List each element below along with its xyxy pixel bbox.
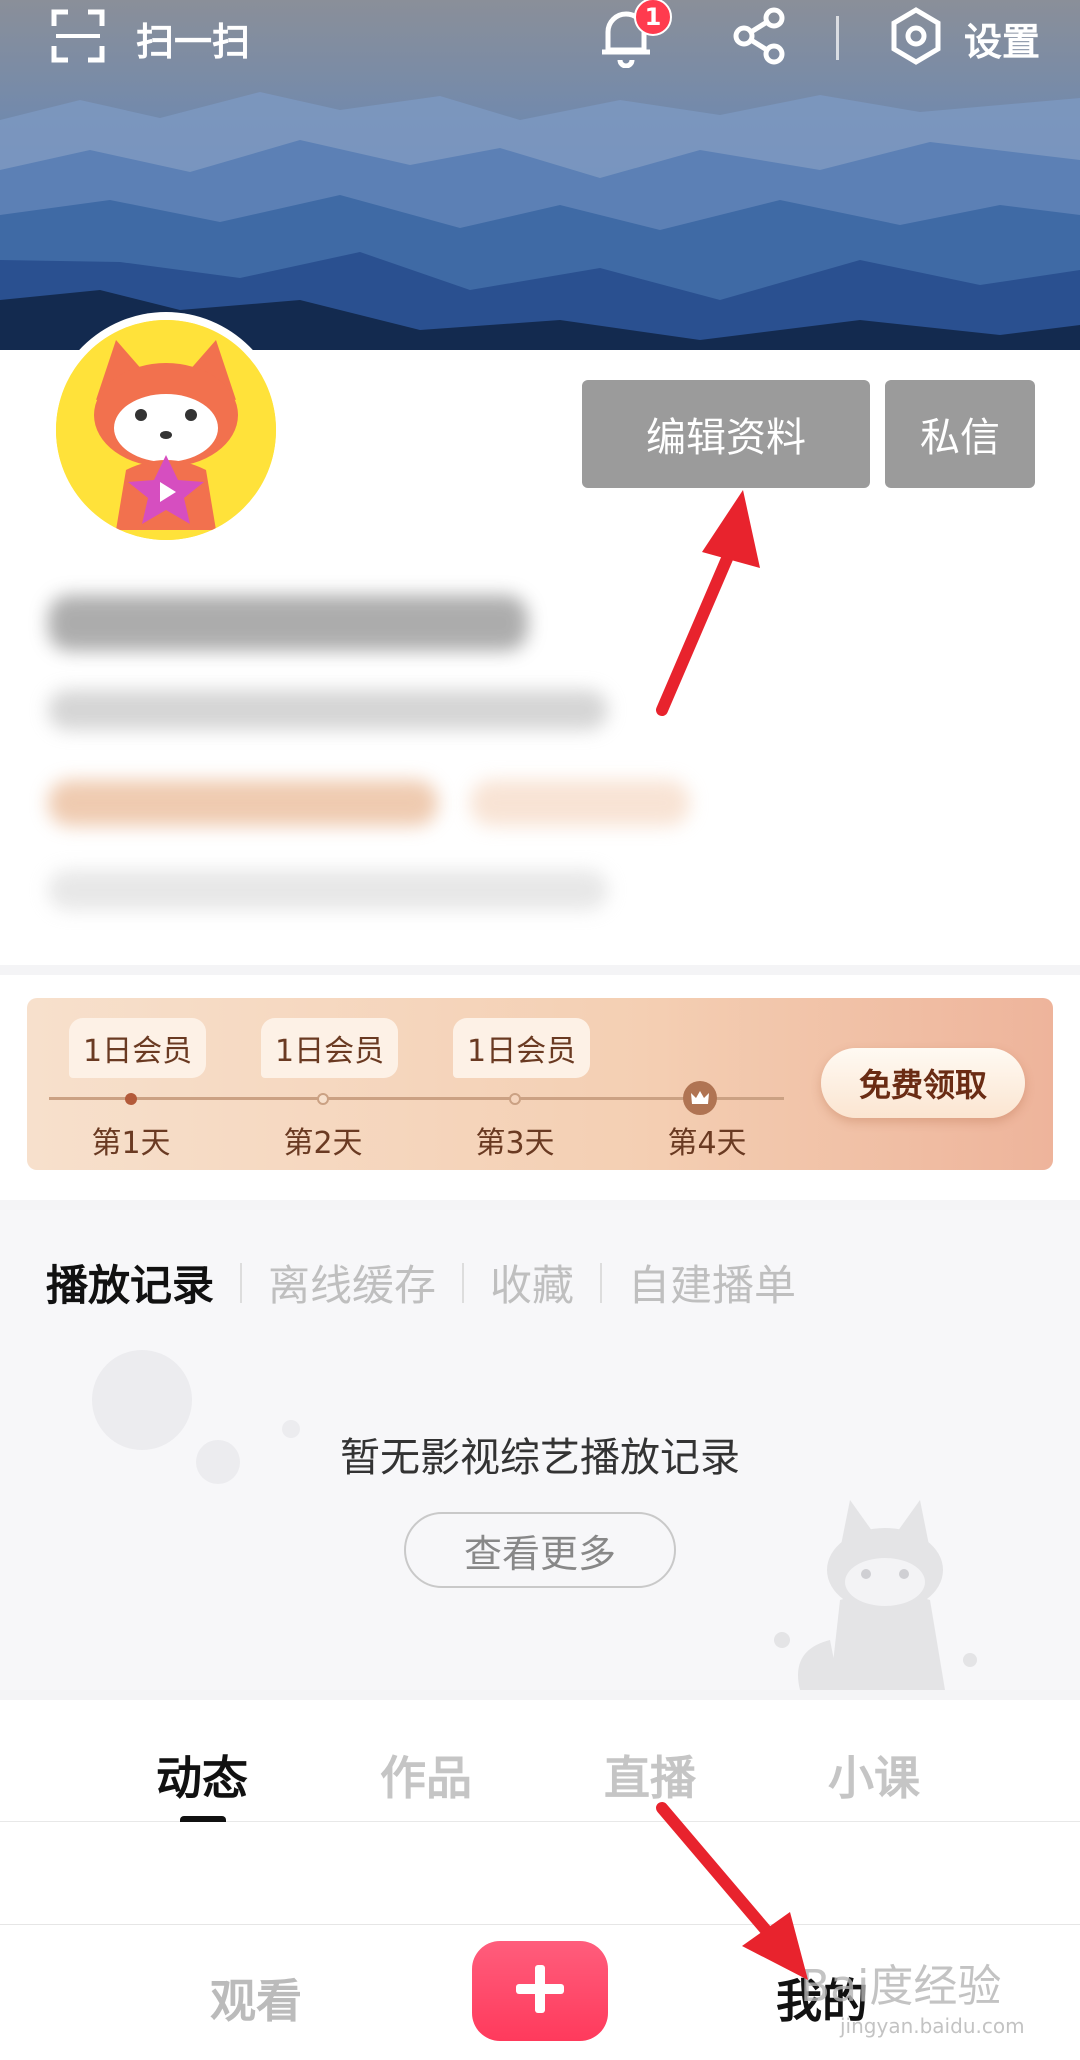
tab-works[interactable]: 作品 bbox=[380, 1742, 472, 1808]
day-label: 第2天 bbox=[283, 1126, 363, 1161]
day-3: 1日会员 第3天 bbox=[443, 998, 603, 1170]
redacted-badges bbox=[48, 780, 438, 826]
scan-button[interactable]: 扫一扫 bbox=[50, 8, 251, 68]
watermark: Bai度经验 jingyan.baidu.com bbox=[800, 1950, 1025, 2038]
avatar[interactable] bbox=[48, 312, 284, 548]
member-promo-section: 1日会员 第1天 1日会员 第2天 1日会员 第3天 第4天 免费领取 bbox=[0, 975, 1080, 1200]
day-label: 第4天 bbox=[667, 1126, 747, 1161]
free-claim-button[interactable]: 免费领取 bbox=[821, 1048, 1025, 1118]
share-icon bbox=[730, 6, 790, 70]
tab-favorites[interactable]: 收藏 bbox=[490, 1252, 574, 1313]
day-1: 1日会员 第1天 bbox=[59, 998, 219, 1170]
day-label: 第1天 bbox=[91, 1126, 171, 1161]
redacted-badges-2 bbox=[470, 780, 690, 826]
progress-dot bbox=[509, 1093, 521, 1105]
empty-history-message: 暂无影视综艺播放记录 bbox=[340, 1435, 740, 1481]
topbar-divider bbox=[836, 16, 839, 60]
tab-custom-playlist[interactable]: 自建播单 bbox=[628, 1252, 796, 1313]
crown-icon bbox=[683, 1081, 717, 1115]
tab-offline-cache[interactable]: 离线缓存 bbox=[268, 1252, 436, 1313]
day-label: 第3天 bbox=[475, 1126, 555, 1161]
fox-mascot-icon bbox=[770, 1490, 990, 1690]
share-button[interactable] bbox=[730, 6, 790, 70]
day-2: 1日会员 第2天 bbox=[251, 998, 411, 1170]
progress-dot bbox=[125, 1093, 137, 1105]
view-more-button[interactable]: 查看更多 bbox=[404, 1512, 676, 1588]
scan-icon bbox=[50, 8, 106, 68]
watermark-url: jingyan.baidu.com bbox=[840, 2014, 1025, 2038]
profile-card: 编辑资料 私信 bbox=[0, 312, 1080, 965]
tab-separator bbox=[600, 1262, 603, 1303]
tab-play-history[interactable]: 播放记录 bbox=[46, 1252, 214, 1313]
top-bar: 扫一扫 1 设置 bbox=[0, 0, 1080, 80]
redacted-user-id bbox=[48, 690, 608, 730]
tab-separator bbox=[240, 1262, 243, 1303]
content-area bbox=[0, 1822, 1080, 1924]
day-reward-tag: 1日会员 bbox=[261, 1018, 399, 1078]
redacted-stats bbox=[48, 870, 608, 910]
tab-separator bbox=[462, 1262, 465, 1303]
nav-watch[interactable]: 观看 bbox=[210, 1965, 302, 2031]
tab-mini-course[interactable]: 小课 bbox=[828, 1742, 920, 1808]
day-4: 第4天 bbox=[635, 998, 795, 1170]
day-reward-tag: 1日会员 bbox=[453, 1018, 591, 1078]
tab-live[interactable]: 直播 bbox=[604, 1742, 696, 1808]
settings-label: 设置 bbox=[964, 19, 1041, 64]
edit-profile-button[interactable]: 编辑资料 bbox=[582, 380, 870, 488]
content-tabs: 动态 作品 直播 小课 bbox=[0, 1700, 1080, 1824]
redacted-username bbox=[48, 595, 528, 651]
progress-dot bbox=[317, 1093, 329, 1105]
day-reward-tag: 1日会员 bbox=[69, 1018, 207, 1078]
settings-button[interactable]: 设置 bbox=[888, 6, 1040, 70]
history-tabs: 播放记录 离线缓存 收藏 自建播单 bbox=[46, 1252, 796, 1313]
scan-label: 扫一扫 bbox=[136, 19, 251, 64]
notifications-button[interactable]: 1 bbox=[598, 0, 672, 70]
settings-icon bbox=[888, 6, 944, 70]
watermark-brand: Bai度经验 bbox=[800, 1961, 1002, 2012]
tab-dynamics[interactable]: 动态 bbox=[156, 1742, 248, 1808]
notification-badge: 1 bbox=[634, 0, 672, 36]
member-promo-banner[interactable]: 1日会员 第1天 1日会员 第2天 1日会员 第3天 第4天 免费领取 bbox=[27, 998, 1053, 1170]
play-history-section: 播放记录 离线缓存 收藏 自建播单 暂无影视综艺播放记录 查看更多 bbox=[0, 1210, 1080, 1690]
create-button[interactable] bbox=[472, 1941, 608, 2041]
plus-icon bbox=[512, 1961, 568, 2021]
private-message-button[interactable]: 私信 bbox=[885, 380, 1035, 488]
